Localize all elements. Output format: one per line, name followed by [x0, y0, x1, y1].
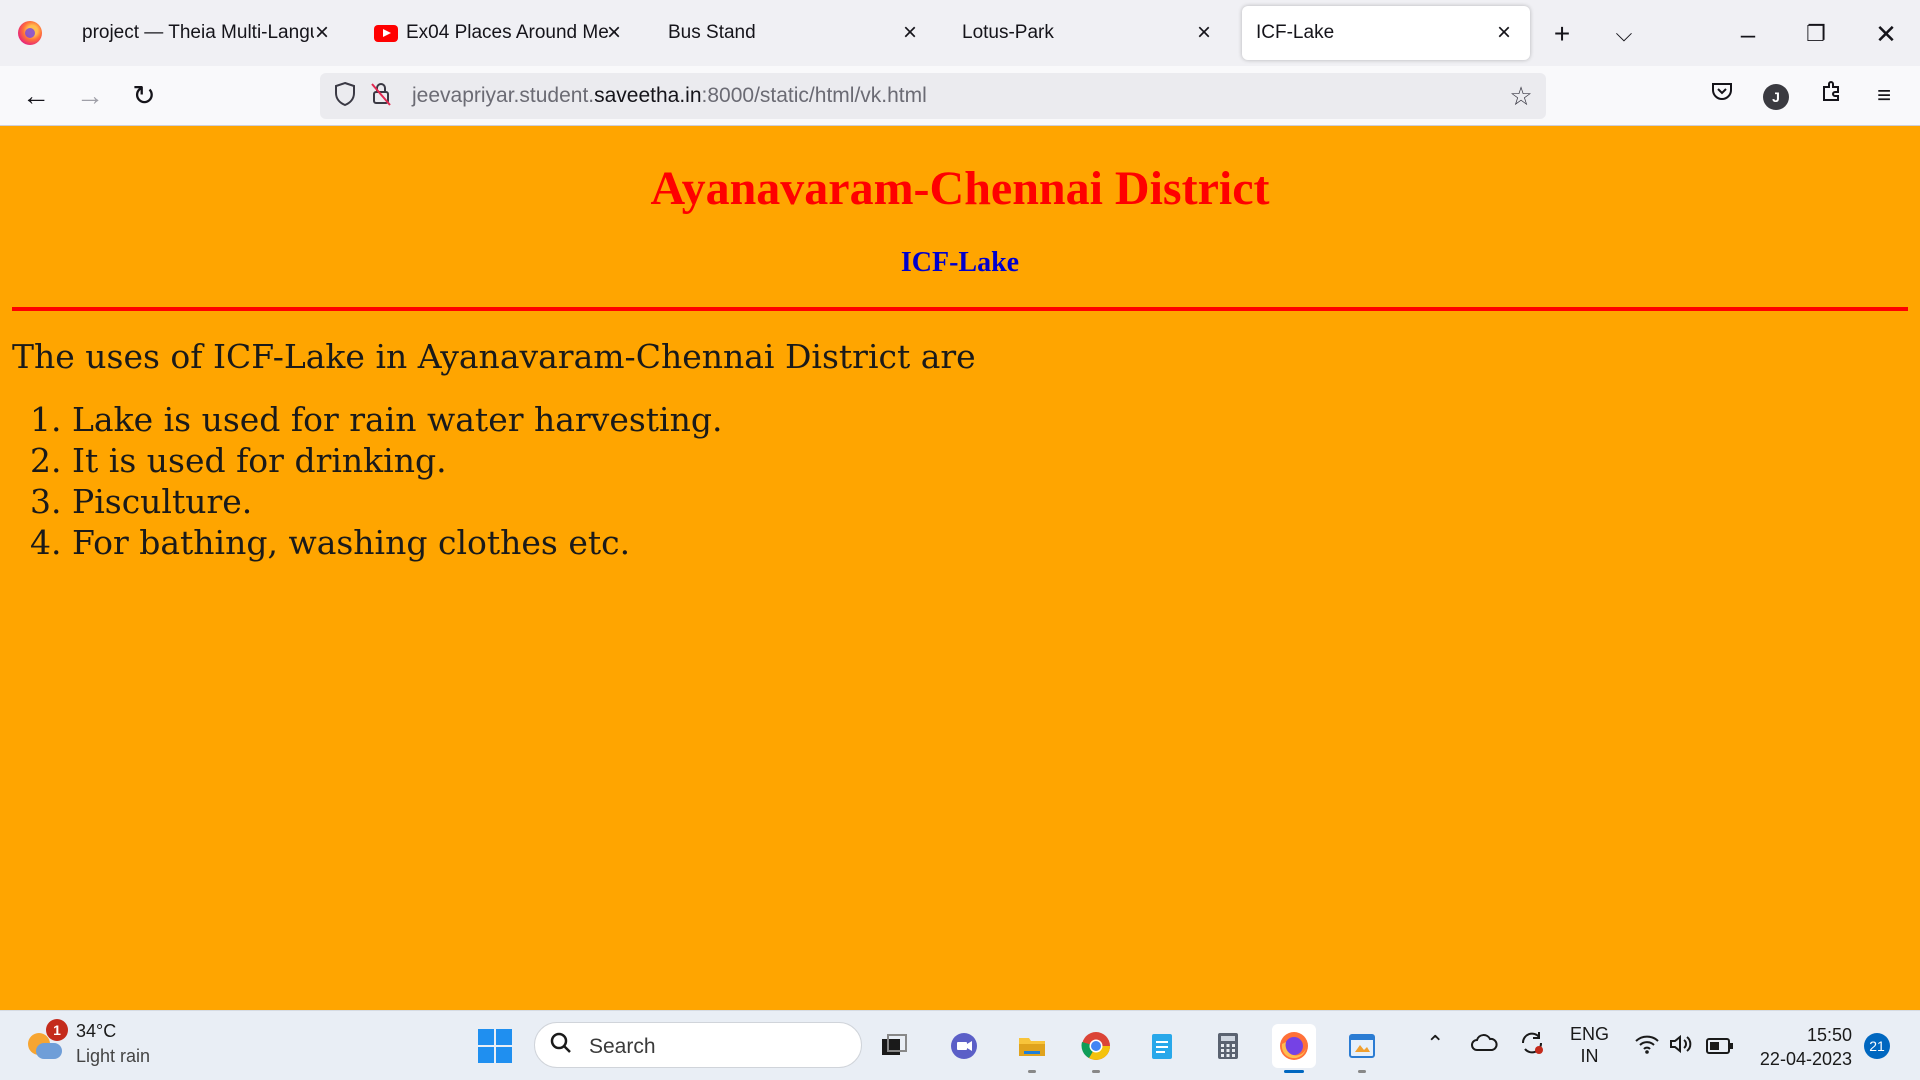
close-tab-icon[interactable]: ×	[1190, 19, 1218, 47]
search-icon	[549, 1031, 573, 1062]
tab-theia-project[interactable]: project — Theia Multi-Langua ×	[64, 6, 348, 60]
input-language-indicator[interactable]: ENG IN	[1570, 1023, 1609, 1067]
list-item: For bathing, washing clothes etc.	[72, 522, 722, 563]
tab-bar: project — Theia Multi-Langua × Ex04 Plac…	[0, 0, 1920, 66]
close-tab-icon[interactable]: ×	[1490, 19, 1518, 47]
tab-label: ICF-Lake	[1256, 22, 1335, 43]
tab-youtube-ex04[interactable]: Ex04 Places Around Me - Y ×	[358, 6, 640, 60]
tab-lotus-park[interactable]: Lotus-Park ×	[946, 6, 1230, 60]
clock-time: 15:50	[1806, 1025, 1852, 1045]
weather-description[interactable]: Light rain	[76, 1046, 150, 1067]
hamburger-menu-icon[interactable]: ≡	[1866, 78, 1902, 114]
intro-text: The uses of ICF-Lake in Ayanavaram-Chenn…	[12, 337, 976, 376]
taskbar-search-box[interactable]: Search	[534, 1022, 862, 1068]
weather-temperature[interactable]: 34°C	[76, 1021, 116, 1042]
firefox-taskbar-icon[interactable]	[1272, 1024, 1316, 1073]
close-tab-icon[interactable]: ×	[308, 19, 336, 47]
clock-date: 22-04-2023	[1759, 1049, 1852, 1069]
list-item: Lake is used for rain water harvesting.	[72, 399, 722, 440]
wifi-icon[interactable]	[1634, 1033, 1660, 1061]
notepad-icon[interactable]	[1140, 1024, 1184, 1068]
new-tab-icon[interactable]: +	[1545, 17, 1579, 51]
calculator-icon[interactable]	[1206, 1024, 1250, 1068]
web-page-content: Ayanavaram-Chennai District ICF-Lake The…	[0, 127, 1920, 1010]
navigation-toolbar: ← → ↻ jeevapriyar.student.saveetha.in:80…	[0, 66, 1920, 126]
tab-icf-lake[interactable]: ICF-Lake ×	[1242, 6, 1530, 60]
back-arrow-icon[interactable]: ←	[18, 78, 54, 114]
tab-label: project — Theia Multi-Langua	[82, 22, 314, 43]
windows-taskbar: 1 34°C Light rain Search ⌃ ENG IN 15:50 …	[0, 1010, 1920, 1080]
minimize-icon[interactable]: –	[1728, 17, 1768, 51]
forward-arrow-icon[interactable]: →	[72, 78, 108, 114]
teams-chat-icon[interactable]	[942, 1024, 986, 1068]
close-tab-icon[interactable]: ×	[600, 19, 628, 47]
volume-speaker-icon[interactable]	[1668, 1033, 1694, 1061]
page-title: Ayanavaram-Chennai District	[650, 162, 1270, 215]
windows-start-icon[interactable]	[478, 1029, 512, 1063]
system-clock[interactable]: 15:50 22-04-2023	[1752, 1023, 1852, 1071]
weather-badge: 1	[46, 1019, 68, 1041]
extensions-puzzle-icon[interactable]	[1814, 78, 1850, 114]
restore-icon[interactable]: ❐	[1796, 17, 1836, 51]
tab-label: Bus Stand	[668, 22, 756, 43]
battery-icon[interactable]	[1706, 1035, 1734, 1061]
notification-count-badge[interactable]: 21	[1864, 1033, 1890, 1059]
chrome-icon[interactable]	[1074, 1024, 1118, 1073]
file-explorer-icon[interactable]	[1010, 1024, 1054, 1073]
url-prefix: jeevapriyar.student.	[412, 84, 595, 107]
search-placeholder: Search	[589, 1035, 656, 1058]
sync-update-icon[interactable]	[1518, 1029, 1546, 1063]
youtube-icon	[374, 24, 398, 42]
list-item: Pisculture.	[72, 481, 722, 522]
region-code: IN	[1580, 1046, 1599, 1066]
url-path: :8000/static/html/vk.html	[701, 84, 927, 107]
close-window-icon[interactable]: ✕	[1866, 17, 1906, 51]
page-subtitle: ICF-Lake	[900, 247, 1020, 278]
account-avatar[interactable]: J	[1763, 84, 1789, 110]
close-tab-icon[interactable]: ×	[896, 19, 924, 47]
address-bar[interactable]: jeevapriyar.student.saveetha.in:8000/sta…	[320, 73, 1546, 119]
onedrive-cloud-icon[interactable]	[1470, 1033, 1498, 1059]
firefox-icon[interactable]	[18, 21, 42, 45]
shield-icon[interactable]	[330, 81, 360, 111]
show-hidden-icons-chevron-icon[interactable]: ⌃	[1426, 1031, 1444, 1057]
url-text[interactable]: jeevapriyar.student.saveetha.in:8000/sta…	[412, 84, 927, 108]
tab-label: Ex04 Places Around Me - Y	[406, 22, 616, 43]
list-tabs-chevron-icon[interactable]: ⌵	[1607, 17, 1641, 51]
pocket-icon[interactable]	[1704, 78, 1740, 114]
horizontal-rule	[12, 307, 1908, 311]
reload-icon[interactable]: ↻	[126, 78, 162, 114]
paint-app-icon[interactable]	[1340, 1024, 1384, 1073]
tab-label: Lotus-Park	[962, 22, 1054, 43]
list-item: It is used for drinking.	[72, 440, 722, 481]
task-view-icon[interactable]	[872, 1024, 916, 1068]
url-host: saveetha.in	[594, 84, 702, 107]
language-code: ENG	[1570, 1024, 1610, 1044]
tab-bus-stand[interactable]: Bus Stand ×	[652, 6, 936, 60]
uses-list: Lake is used for rain water harvesting. …	[72, 399, 722, 563]
bookmark-star-icon[interactable]: ☆	[1506, 81, 1536, 111]
insecure-lock-icon[interactable]	[366, 81, 396, 111]
